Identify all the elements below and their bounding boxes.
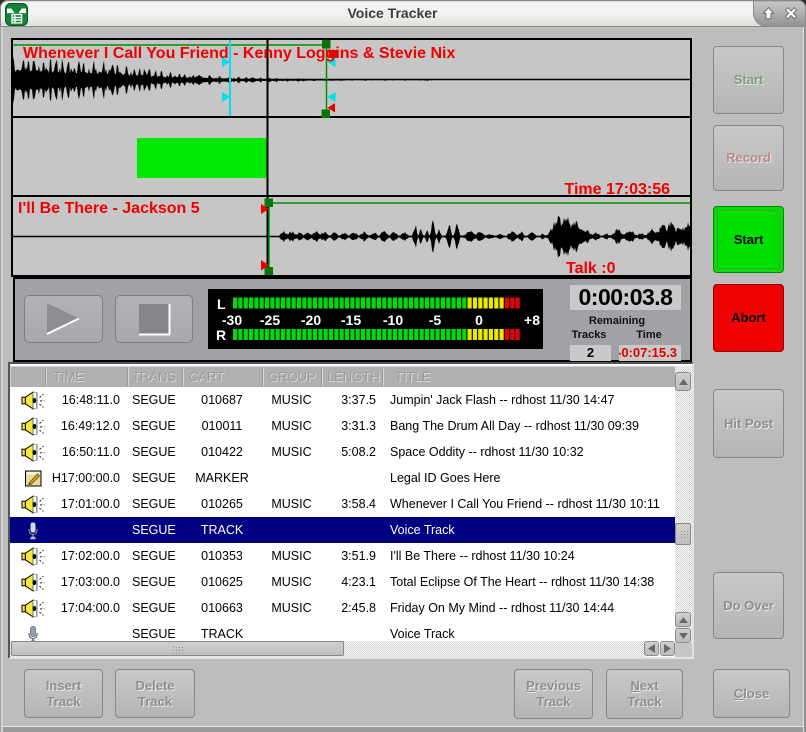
svg-text:-5: -5 <box>429 312 442 328</box>
svg-text:0: 0 <box>475 312 483 328</box>
svg-text:R: R <box>216 327 226 343</box>
svg-text:-10: -10 <box>383 312 403 328</box>
svg-text:Whenever I Call You Friend - K: Whenever I Call You Friend - Kenny Loggi… <box>23 45 455 62</box>
svg-text:-30: -30 <box>222 312 242 328</box>
svg-text:+8: +8 <box>524 312 540 328</box>
svg-text:-20: -20 <box>301 312 321 328</box>
svg-text:L: L <box>217 296 226 312</box>
svg-text:Time 17:03:56: Time 17:03:56 <box>564 181 670 198</box>
svg-text:I'll Be There - Jackson 5: I'll Be There - Jackson 5 <box>18 200 200 217</box>
svg-text:-15: -15 <box>341 312 361 328</box>
svg-text:Talk :0: Talk :0 <box>566 260 616 277</box>
svg-text:-25: -25 <box>260 312 280 328</box>
